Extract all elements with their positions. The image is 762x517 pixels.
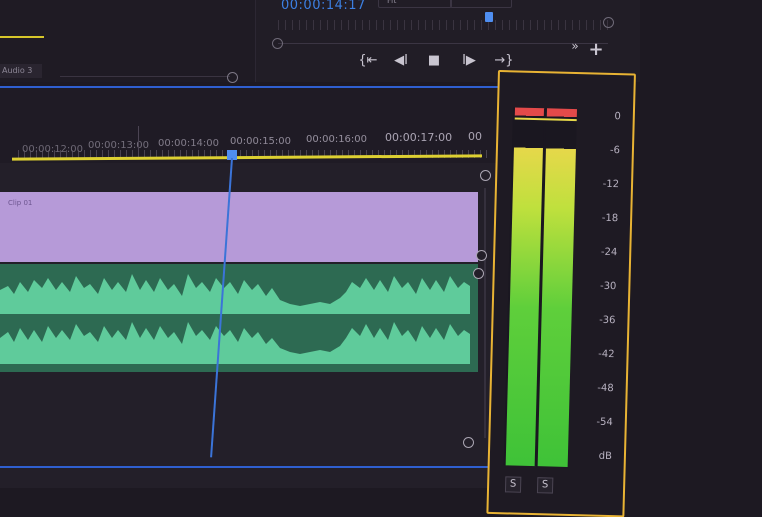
ruler-label: 00:00:16:00 (306, 134, 368, 145)
ruler-label: 00:00:15:00 (230, 136, 292, 147)
db-label: -36 (598, 314, 616, 327)
audio-waveform-right (0, 322, 470, 364)
vertical-zoom-track[interactable] (484, 188, 486, 438)
play-button[interactable]: I▶ (459, 53, 479, 69)
ruler-label: 00:00:14:00 (158, 138, 220, 149)
solo-right-button[interactable]: S (536, 477, 554, 494)
db-label: -12 (602, 178, 620, 191)
more-controls-button[interactable]: » (565, 38, 585, 54)
zoom-left-handle[interactable] (272, 38, 283, 49)
monitor-ruler (278, 20, 608, 30)
button-editor-add-button[interactable]: + (586, 41, 606, 59)
audio-meter (503, 107, 578, 467)
db-label: -48 (597, 382, 614, 395)
db-label: -42 (598, 348, 615, 361)
track-scroll-handle[interactable] (480, 170, 491, 181)
mini-zoom-track (60, 76, 230, 77)
go-to-out-button[interactable]: →} (494, 53, 514, 69)
monitor-zoom-bar[interactable] (278, 43, 608, 44)
resolution-dropdown[interactable] (450, 0, 512, 8)
audio-waveform-left (0, 274, 470, 314)
playhead-timecode[interactable]: 00:00:14:17 (281, 0, 366, 13)
go-to-in-button[interactable]: {⇤ (358, 53, 378, 69)
db-label: -18 (601, 212, 619, 225)
db-unit-label: dB (598, 450, 613, 463)
solo-left-button[interactable]: S (504, 476, 522, 493)
db-label: -54 (596, 416, 613, 429)
audio-meter-panel: 0 -6 -12 -18 -24 -30 -36 -42 -48 -54 dB … (486, 70, 636, 517)
timeline-panel: 00:00:12:00 00:00:13:00 00:00:14:00 00:0… (0, 86, 510, 488)
fit-dropdown[interactable]: Fit (378, 0, 452, 8)
ruler-major-tick (138, 126, 139, 156)
track-scroll-handle[interactable] (476, 250, 487, 261)
monitor-playhead[interactable] (485, 12, 493, 22)
audio-track-label: Audio 3 (0, 64, 42, 78)
ruler-label: 00 (468, 130, 482, 143)
db-label: -24 (600, 246, 618, 259)
track-scroll-handle[interactable] (473, 268, 484, 279)
video-clip[interactable]: Clip 01 (0, 192, 478, 262)
mini-zoom-handle[interactable] (227, 72, 238, 83)
db-label: -6 (609, 144, 621, 157)
track-scroll-handle[interactable] (463, 437, 474, 448)
mini-work-area-bar (0, 36, 44, 38)
ruler-label: 00:00:17:00 (385, 131, 453, 144)
clip-name: Clip 01 (8, 199, 33, 207)
step-back-button[interactable]: ◀I (391, 53, 411, 69)
db-label: -30 (599, 280, 617, 293)
zoom-right-handle[interactable] (603, 17, 614, 28)
timeline-ruler[interactable]: 00:00:12:00 00:00:13:00 00:00:14:00 00:0… (0, 88, 505, 163)
db-label: 0 (614, 111, 621, 123)
stop-button[interactable]: ■ (424, 53, 444, 69)
timeline-focus-border (0, 466, 495, 468)
